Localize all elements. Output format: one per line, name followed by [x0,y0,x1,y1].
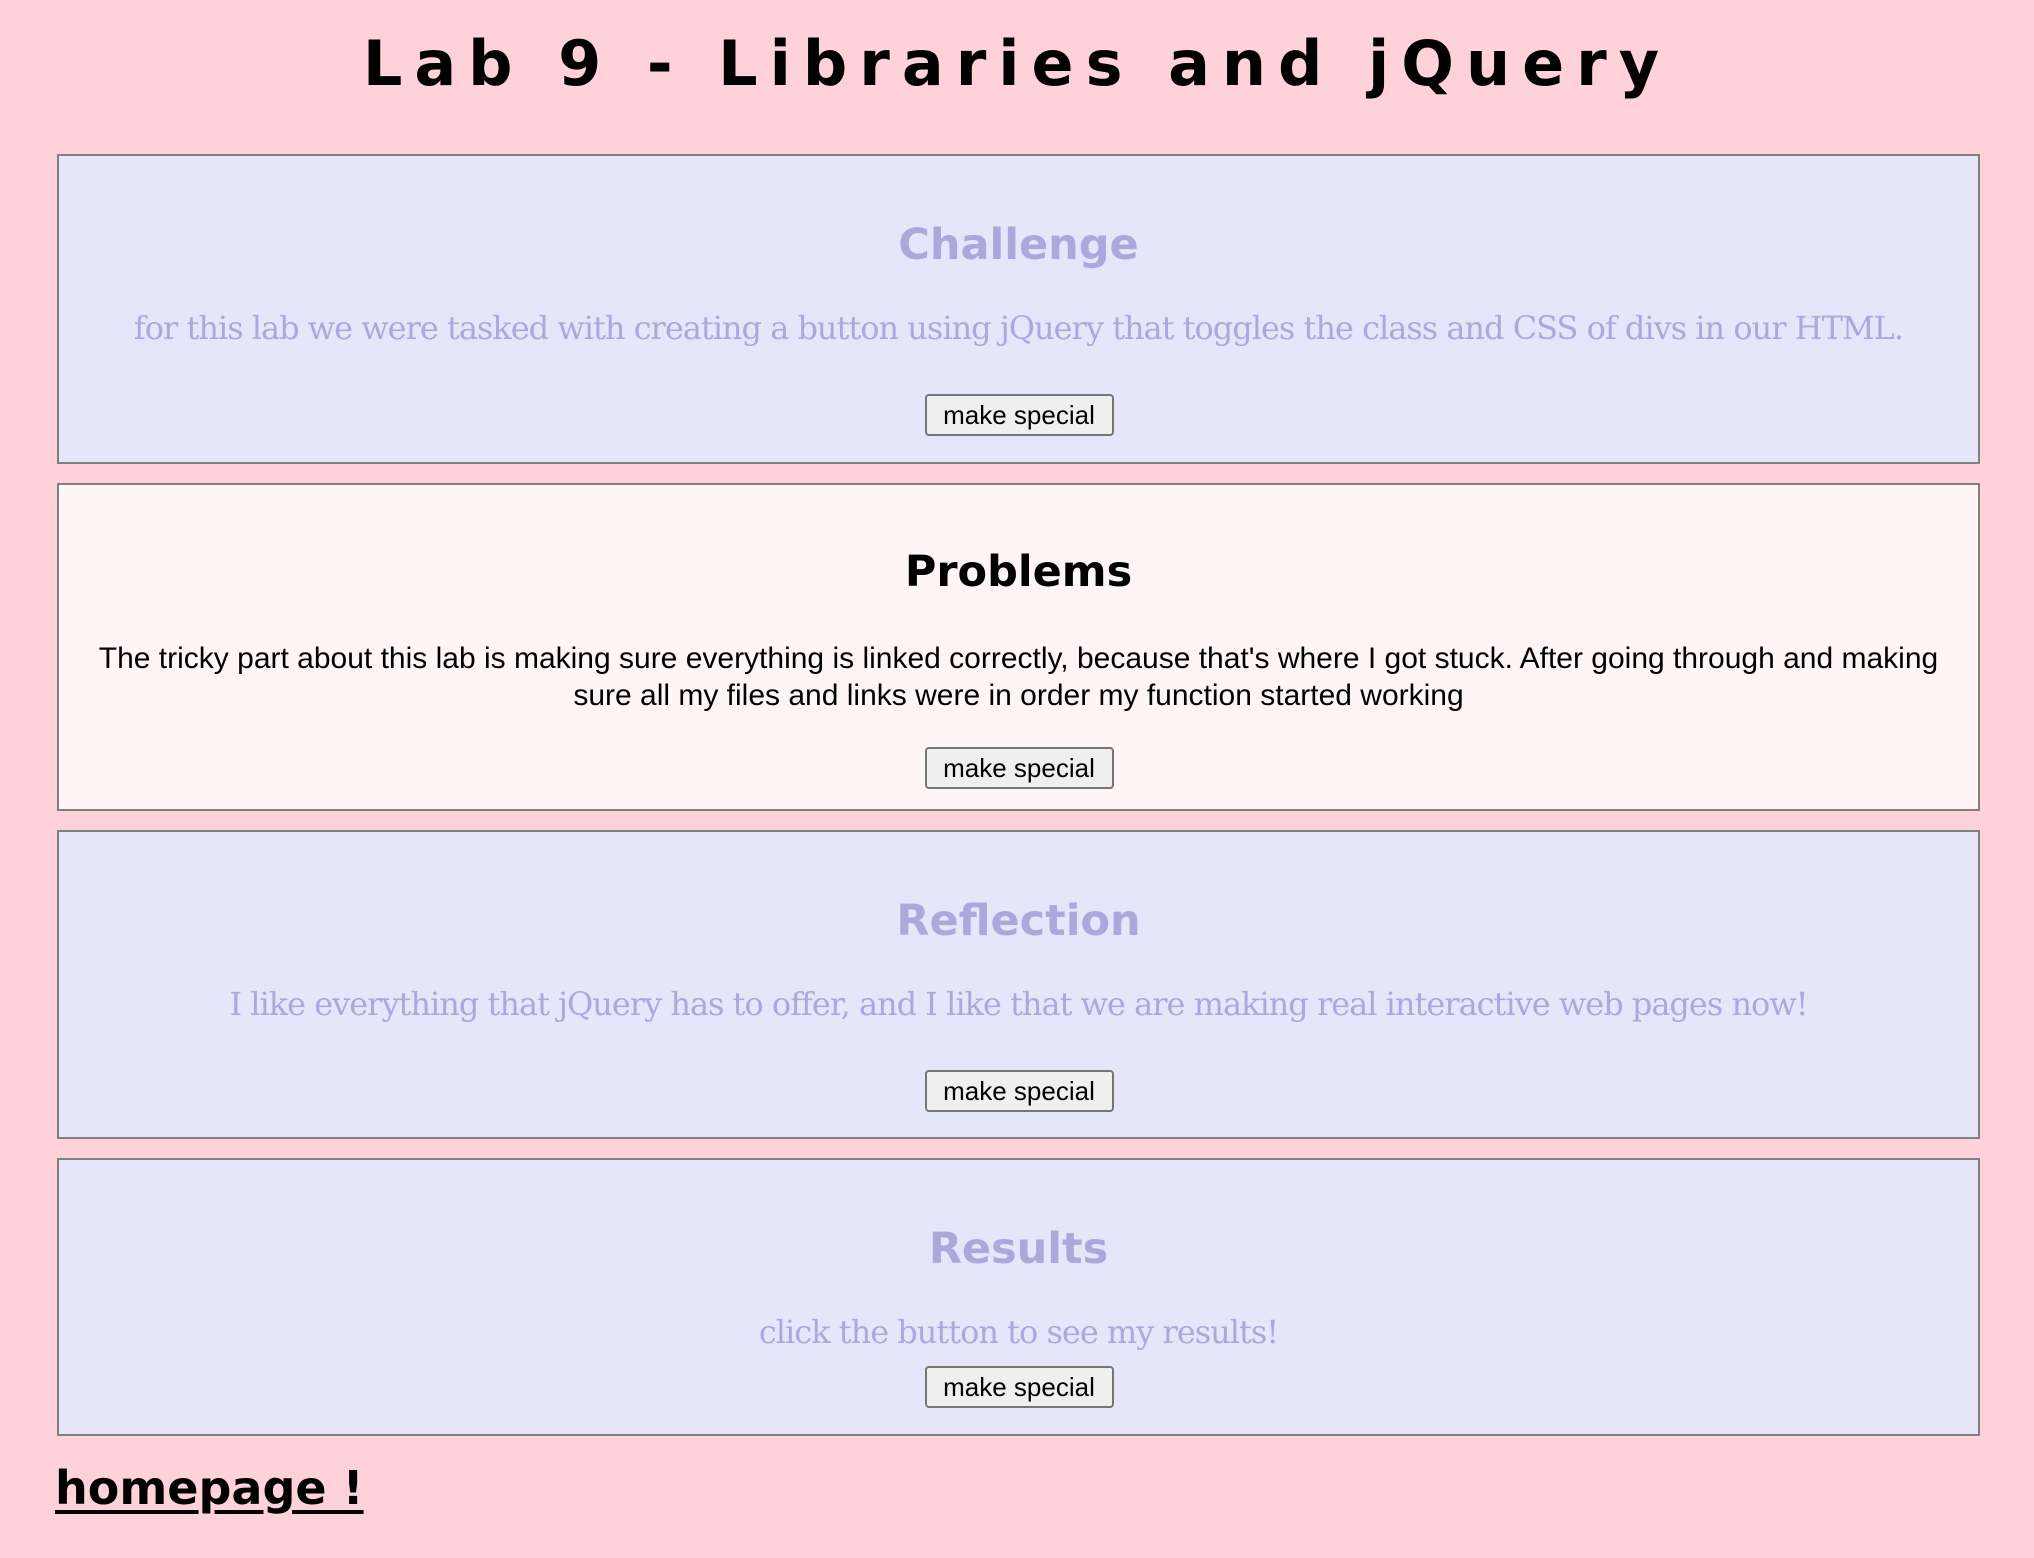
section-heading: Challenge [898,220,1139,270]
section-text: click the button to see my results! [758,1313,1279,1351]
page-title: Lab 9 - Libraries and jQuery [362,27,1672,100]
section-text: for this lab we were tasked with creatin… [133,309,1904,347]
section-results: Results click the button to see my resul… [57,1158,1980,1436]
section-problems: Problems The tricky part about this lab … [57,483,1980,811]
section-reflection: Reflection I like everything that jQuery… [57,830,1980,1139]
section-heading: Reflection [896,896,1141,946]
section-text: The tricky part about this lab is making… [98,642,1939,712]
section-heading: Problems [904,547,1133,597]
homepage-link[interactable]: homepage ! [55,1458,364,1518]
make-special-button[interactable]: make special [924,747,1114,789]
make-special-button[interactable]: make special [924,1366,1114,1408]
make-special-button[interactable]: make special [924,394,1114,436]
make-special-button[interactable]: make special [924,1070,1114,1112]
section-challenge: Challenge for this lab we were tasked wi… [57,154,1980,464]
section-heading: Results [928,1224,1109,1274]
section-text: I like everything that jQuery has to off… [229,985,1808,1023]
